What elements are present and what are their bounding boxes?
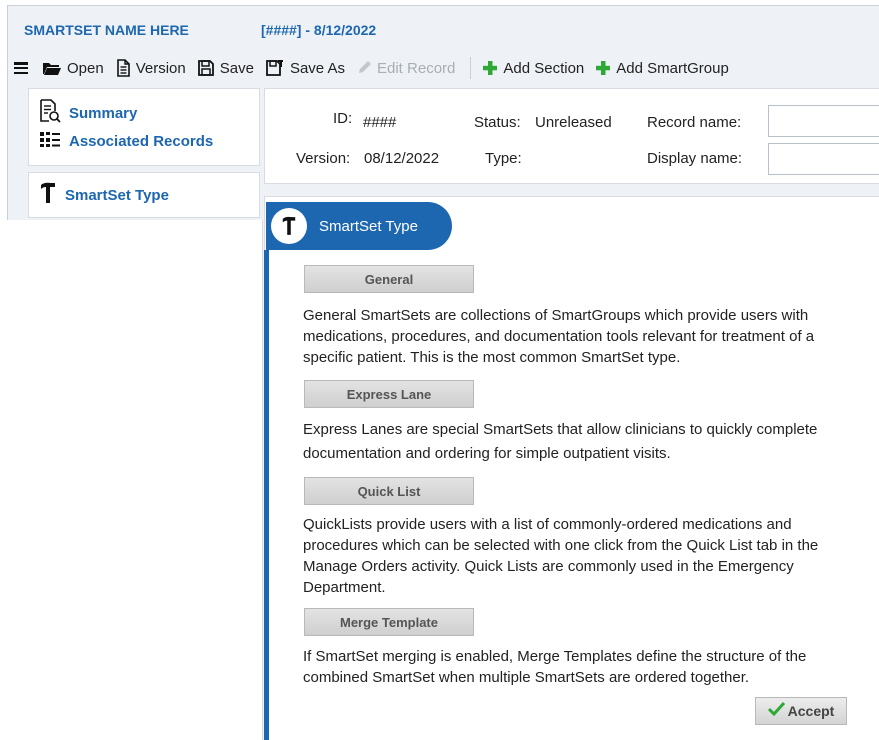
status-label: Status: (474, 114, 521, 131)
edit-record-button[interactable]: Edit Record (356, 60, 455, 77)
express-lane-description: Express Lanes are special SmartSets that… (303, 421, 818, 462)
type-label: Type: (485, 150, 522, 167)
version-value: 08/12/2022 (364, 150, 440, 167)
floppy-pencil-icon (265, 59, 285, 77)
quick-list-description: QuickLists provide users with a list of … (303, 516, 819, 596)
merge-template-type-button[interactable]: Merge Template (304, 608, 474, 636)
save-as-button[interactable]: Save As (265, 59, 345, 77)
document-search-icon (39, 98, 61, 128)
section-title: SmartSet Type (319, 217, 418, 235)
sidebar-background (7, 220, 263, 740)
record-name-field[interactable] (768, 105, 879, 137)
document-icon (115, 59, 131, 77)
smartset-id-date: [####] - 8/12/2022 (261, 22, 377, 38)
sidebar-item-label: Associated Records (69, 132, 214, 150)
toolbar: Open Version Save Save As Edit Record Ad… (8, 54, 879, 82)
sidebar: Summary Associated Records SmartSet Type (28, 88, 260, 218)
express-lane-type-button[interactable]: Express Lane (304, 380, 474, 408)
save-as-label: Save As (289, 59, 345, 77)
open-label: Open (67, 59, 104, 77)
sidebar-item-label: Summary (69, 104, 138, 122)
hammer-icon (271, 208, 307, 244)
sidebar-group-overview: Summary Associated Records (28, 88, 260, 166)
floppy-icon (197, 59, 215, 77)
section-header-pill: SmartSet Type (266, 202, 452, 250)
version-label: Version (135, 59, 186, 77)
display-name-field[interactable] (768, 143, 879, 175)
status-value: Unreleased (535, 114, 612, 131)
version-label: Version: (296, 150, 351, 167)
pencil-icon (356, 60, 372, 76)
hamburger-icon[interactable] (14, 62, 28, 74)
record-header-panel: ID: #### Status: Unreleased Record name:… (264, 88, 879, 184)
section-accent-bar (264, 250, 269, 740)
add-section-button[interactable]: Add Section (482, 60, 584, 77)
smartset-name: SMARTSET NAME HERE (24, 22, 189, 38)
toolbar-divider (470, 57, 472, 79)
accept-button[interactable]: Accept (755, 697, 847, 725)
sidebar-group-sections: SmartSet Type (28, 172, 260, 218)
save-button[interactable]: Save (197, 59, 254, 77)
sidebar-item-label: SmartSet Type (65, 186, 169, 204)
sidebar-item-smartset-type[interactable]: SmartSet Type (39, 181, 249, 209)
folder-icon (42, 60, 62, 76)
add-smartgroup-button[interactable]: Add SmartGroup (595, 60, 729, 77)
display-name-label: Display name: (647, 150, 743, 167)
sidebar-item-associated-records[interactable]: Associated Records (39, 127, 249, 155)
id-label: ID: (333, 110, 353, 127)
id-value: #### (363, 114, 397, 131)
general-description: General SmartSets are collections of Sma… (303, 307, 815, 366)
checkmark-icon (767, 701, 785, 721)
hammer-icon (39, 181, 57, 210)
add-smartgroup-label: Add SmartGroup (616, 59, 729, 77)
edit-record-label: Edit Record (377, 59, 456, 77)
merge-template-description: If SmartSet merging is enabled, Merge Te… (303, 648, 807, 686)
open-button[interactable]: Open (42, 60, 104, 77)
plus-icon (482, 60, 498, 76)
quick-list-type-button[interactable]: Quick List (304, 477, 474, 505)
record-name-label: Record name: (647, 114, 742, 131)
version-button[interactable]: Version (115, 59, 186, 77)
plus-icon (595, 60, 611, 76)
title-bar: SMARTSET NAME HERE [####] - 8/12/2022 (8, 6, 879, 48)
records-grid-icon (39, 130, 61, 153)
general-type-button[interactable]: General (304, 265, 474, 293)
accept-label: Accept (787, 703, 835, 719)
sidebar-item-summary[interactable]: Summary (39, 98, 249, 128)
add-section-label: Add Section (503, 59, 585, 77)
save-label: Save (219, 59, 254, 77)
